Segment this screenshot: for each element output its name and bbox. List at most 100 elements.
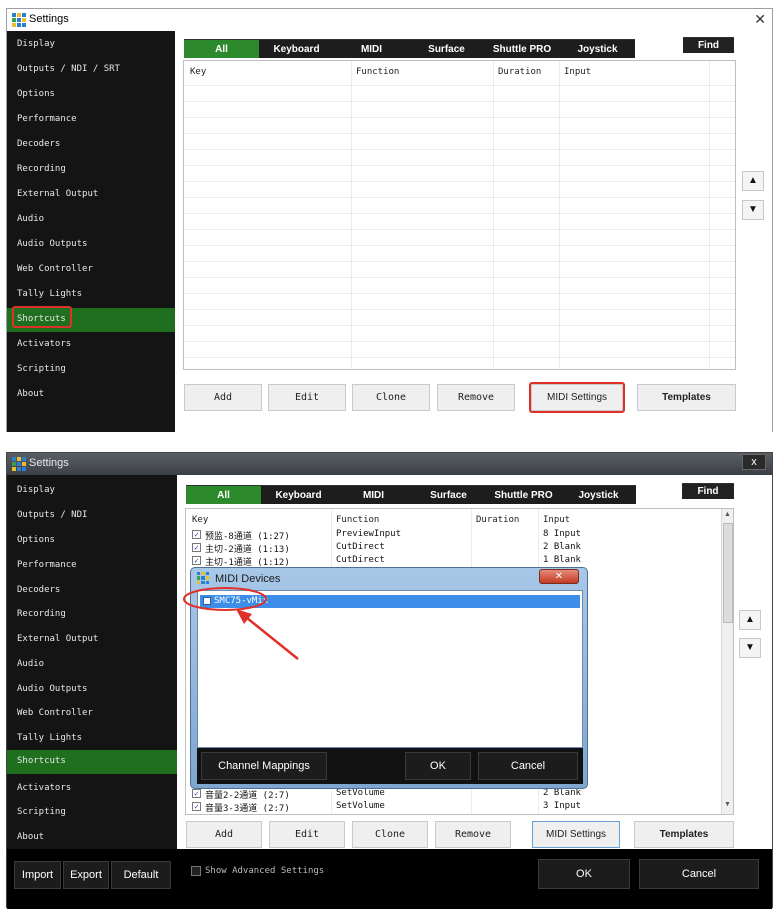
row-checkbox[interactable]: ✓ bbox=[192, 530, 201, 539]
export-button[interactable]: Export bbox=[63, 861, 109, 889]
sidebar-item-decoders[interactable]: Decoders bbox=[7, 133, 175, 157]
sidebar-item-tally-lights[interactable]: Tally Lights bbox=[7, 727, 177, 751]
add-button[interactable]: Add bbox=[184, 384, 262, 411]
sidebar-item-performance[interactable]: Performance bbox=[7, 554, 177, 578]
sidebar-item-options[interactable]: Options bbox=[7, 529, 177, 553]
row-key: 音量2-2通道 (2:7) bbox=[205, 791, 290, 801]
sidebar-item-scripting[interactable]: Scripting bbox=[7, 801, 177, 825]
import-button[interactable]: Import bbox=[14, 861, 61, 889]
column-header-input[interactable]: Input bbox=[564, 67, 591, 77]
sidebar-item-audio[interactable]: Audio bbox=[7, 208, 175, 232]
dialog-ok-button[interactable]: OK bbox=[405, 752, 471, 780]
row-checkbox[interactable]: ✓ bbox=[192, 789, 201, 798]
column-header-function[interactable]: Function bbox=[356, 67, 399, 77]
row-key: 预监-8通道 (1:27) bbox=[205, 532, 290, 542]
sidebar-item-activators[interactable]: Activators bbox=[7, 777, 177, 801]
close-icon[interactable]: ✕ bbox=[754, 11, 766, 28]
column-header-duration[interactable]: Duration bbox=[476, 515, 519, 525]
sidebar-item-display[interactable]: Display bbox=[7, 33, 175, 57]
sidebar-item-web-controller[interactable]: Web Controller bbox=[7, 258, 175, 282]
table-row[interactable]: ✓ 音量2-2通道 (2:7) SetVolume 2 Blank bbox=[186, 788, 733, 801]
sidebar-item-options[interactable]: Options bbox=[7, 83, 175, 107]
row-function: CutDirect bbox=[336, 542, 385, 552]
midi-settings-button[interactable]: MIDI Settings bbox=[532, 821, 620, 848]
table-row[interactable]: ✓ 预监-8通道 (1:27) PreviewInput 8 Input bbox=[186, 529, 733, 542]
tab-surface[interactable]: Surface bbox=[409, 39, 484, 58]
close-icon[interactable]: ✕ bbox=[539, 569, 579, 584]
move-down-button[interactable]: ▼ bbox=[739, 638, 761, 658]
remove-button[interactable]: Remove bbox=[435, 821, 511, 848]
tab-midi[interactable]: MIDI bbox=[334, 39, 409, 58]
tab-joystick[interactable]: Joystick bbox=[560, 39, 635, 58]
row-checkbox[interactable]: ✓ bbox=[192, 802, 201, 811]
scrollbar-thumb[interactable] bbox=[723, 523, 733, 623]
sidebar-item-decoders[interactable]: Decoders bbox=[7, 579, 177, 603]
sidebar-item-about[interactable]: About bbox=[7, 383, 175, 407]
sidebar-item-scripting[interactable]: Scripting bbox=[7, 358, 175, 382]
column-header-duration[interactable]: Duration bbox=[498, 67, 541, 77]
scroll-up-icon[interactable]: ▲ bbox=[724, 511, 731, 518]
table-scrollbar[interactable]: ▲ ▼ bbox=[721, 509, 733, 814]
sidebar-item-recording[interactable]: Recording bbox=[7, 158, 175, 182]
sidebar-item-external-output[interactable]: External Output bbox=[7, 628, 177, 652]
row-divider bbox=[184, 341, 735, 342]
remove-button[interactable]: Remove bbox=[437, 384, 515, 411]
sidebar-item-shortcuts[interactable]: Shortcuts bbox=[7, 750, 177, 774]
sidebar-item-about[interactable]: About bbox=[7, 826, 177, 850]
edit-button[interactable]: Edit bbox=[268, 384, 346, 411]
clone-button[interactable]: Clone bbox=[352, 384, 430, 411]
tab-shuttle-pro[interactable]: Shuttle PRO bbox=[486, 485, 561, 504]
row-checkbox[interactable]: ✓ bbox=[192, 543, 201, 552]
sidebar-item-recording[interactable]: Recording bbox=[7, 603, 177, 627]
scroll-down-icon[interactable]: ▼ bbox=[724, 801, 731, 808]
sidebar-item-web-controller[interactable]: Web Controller bbox=[7, 702, 177, 726]
show-advanced-checkbox[interactable] bbox=[191, 866, 201, 876]
column-header-key[interactable]: Key bbox=[192, 515, 208, 525]
row-divider bbox=[184, 309, 735, 310]
tab-keyboard[interactable]: Keyboard bbox=[261, 485, 336, 504]
find-button[interactable]: Find bbox=[682, 483, 734, 499]
column-header-function[interactable]: Function bbox=[336, 515, 379, 525]
row-divider bbox=[184, 293, 735, 294]
sidebar-item-display[interactable]: Display bbox=[7, 479, 177, 503]
tab-shuttle-pro[interactable]: Shuttle PRO bbox=[484, 39, 560, 58]
clone-button[interactable]: Clone bbox=[352, 821, 428, 848]
tab-surface[interactable]: Surface bbox=[411, 485, 486, 504]
add-button[interactable]: Add bbox=[186, 821, 262, 848]
move-up-button[interactable]: ▲ bbox=[742, 171, 764, 191]
dialog-cancel-button[interactable]: Cancel bbox=[478, 752, 578, 780]
shortcuts-table[interactable]: Key Function Duration Input bbox=[183, 60, 736, 370]
sidebar-item-activators[interactable]: Activators bbox=[7, 333, 175, 357]
table-row[interactable]: ✓ 主切-2通道 (1:13) CutDirect 2 Blank bbox=[186, 542, 733, 555]
tab-all[interactable]: All bbox=[186, 485, 261, 504]
move-up-button[interactable]: ▲ bbox=[739, 610, 761, 630]
sidebar-item-audio[interactable]: Audio bbox=[7, 653, 177, 677]
annotation-arrow-head bbox=[236, 609, 252, 624]
channel-mappings-button[interactable]: Channel Mappings bbox=[201, 752, 327, 780]
tab-all[interactable]: All bbox=[184, 39, 259, 58]
close-icon[interactable]: x bbox=[742, 454, 766, 470]
tab-joystick[interactable]: Joystick bbox=[561, 485, 636, 504]
tab-keyboard[interactable]: Keyboard bbox=[259, 39, 334, 58]
table-row[interactable]: ✓ 音量3-3通道 (2:7) SetVolume 3 Input bbox=[186, 801, 733, 814]
sidebar-item-audio-outputs[interactable]: Audio Outputs bbox=[7, 233, 175, 257]
column-header-key[interactable]: Key bbox=[190, 67, 206, 77]
row-input: 1 Blank bbox=[543, 555, 581, 565]
tab-midi[interactable]: MIDI bbox=[336, 485, 411, 504]
sidebar-item-outputs[interactable]: Outputs / NDI / SRT bbox=[7, 58, 175, 82]
cancel-button[interactable]: Cancel bbox=[639, 859, 759, 889]
row-checkbox[interactable]: ✓ bbox=[192, 556, 201, 565]
sidebar-item-tally-lights[interactable]: Tally Lights bbox=[7, 283, 175, 307]
templates-button[interactable]: Templates bbox=[634, 821, 734, 848]
sidebar-item-outputs[interactable]: Outputs / NDI bbox=[7, 504, 177, 528]
sidebar-item-performance[interactable]: Performance bbox=[7, 108, 175, 132]
sidebar-item-external-output[interactable]: External Output bbox=[7, 183, 175, 207]
sidebar-item-audio-outputs[interactable]: Audio Outputs bbox=[7, 678, 177, 702]
column-header-input[interactable]: Input bbox=[543, 515, 570, 525]
ok-button[interactable]: OK bbox=[538, 859, 630, 889]
find-button[interactable]: Find bbox=[683, 37, 734, 53]
edit-button[interactable]: Edit bbox=[269, 821, 345, 848]
move-down-button[interactable]: ▼ bbox=[742, 200, 764, 220]
default-button[interactable]: Default bbox=[111, 861, 171, 889]
templates-button[interactable]: Templates bbox=[637, 384, 736, 411]
